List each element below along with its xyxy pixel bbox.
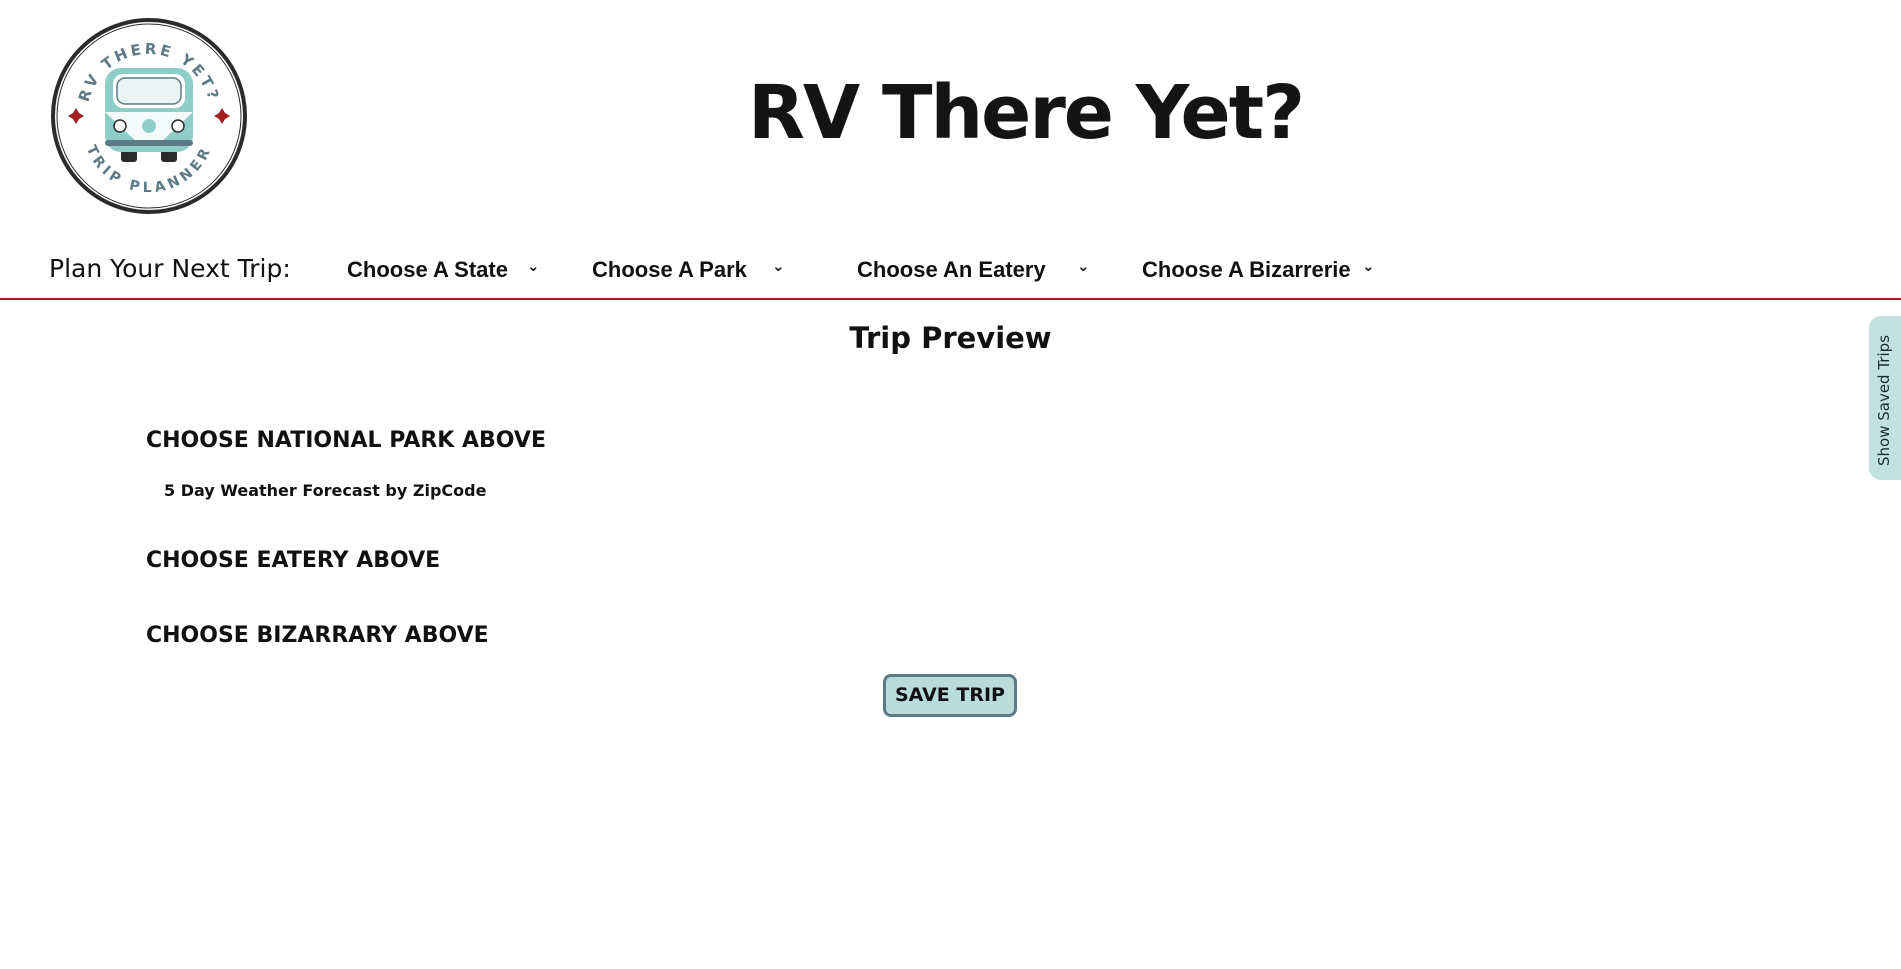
choose-eatery-label: Choose An Eatery (857, 257, 1046, 282)
save-trip-button[interactable]: SAVE TRIP (883, 674, 1017, 717)
choose-state-label: Choose A State (347, 257, 508, 282)
weather-forecast-label: 5 Day Weather Forecast by ZipCode (164, 481, 487, 500)
page: RV THERE YET? TRIP PLANNER RV There Yet?… (0, 0, 1901, 969)
show-saved-trips-label: Show Saved Trips (1875, 335, 1893, 466)
choose-eatery-dropdown[interactable]: Choose An Eatery ⌄ (857, 257, 1090, 287)
choose-park-dropdown[interactable]: Choose A Park ⌄ (592, 257, 785, 287)
chevron-down-icon: ⌄ (527, 257, 540, 275)
choose-state-dropdown[interactable]: Choose A State ⌄ (347, 257, 540, 287)
choose-park-label: Choose A Park (592, 257, 747, 282)
chevron-down-icon: ⌄ (772, 257, 785, 275)
chevron-down-icon: ⌄ (1362, 257, 1375, 275)
trip-nav-bar: Plan Your Next Trip: Choose A State ⌄ Ch… (0, 248, 1901, 300)
choose-bizarrerie-label: Choose A Bizarrerie (1142, 257, 1351, 282)
show-saved-trips-tab[interactable]: Show Saved Trips (1869, 316, 1901, 480)
bizarrerie-heading: CHOOSE BIZARRARY ABOVE (146, 623, 489, 648)
park-heading: CHOOSE NATIONAL PARK ABOVE (146, 428, 546, 453)
nav-label: Plan Your Next Trip: (49, 254, 291, 283)
eatery-heading: CHOOSE EATERY ABOVE (146, 548, 441, 573)
chevron-down-icon: ⌄ (1077, 257, 1090, 275)
choose-bizarrerie-dropdown[interactable]: Choose A Bizarrerie ⌄ (1142, 257, 1375, 287)
trip-preview-title: Trip Preview (849, 321, 1052, 355)
site-title: RV There Yet? (747, 70, 1305, 156)
